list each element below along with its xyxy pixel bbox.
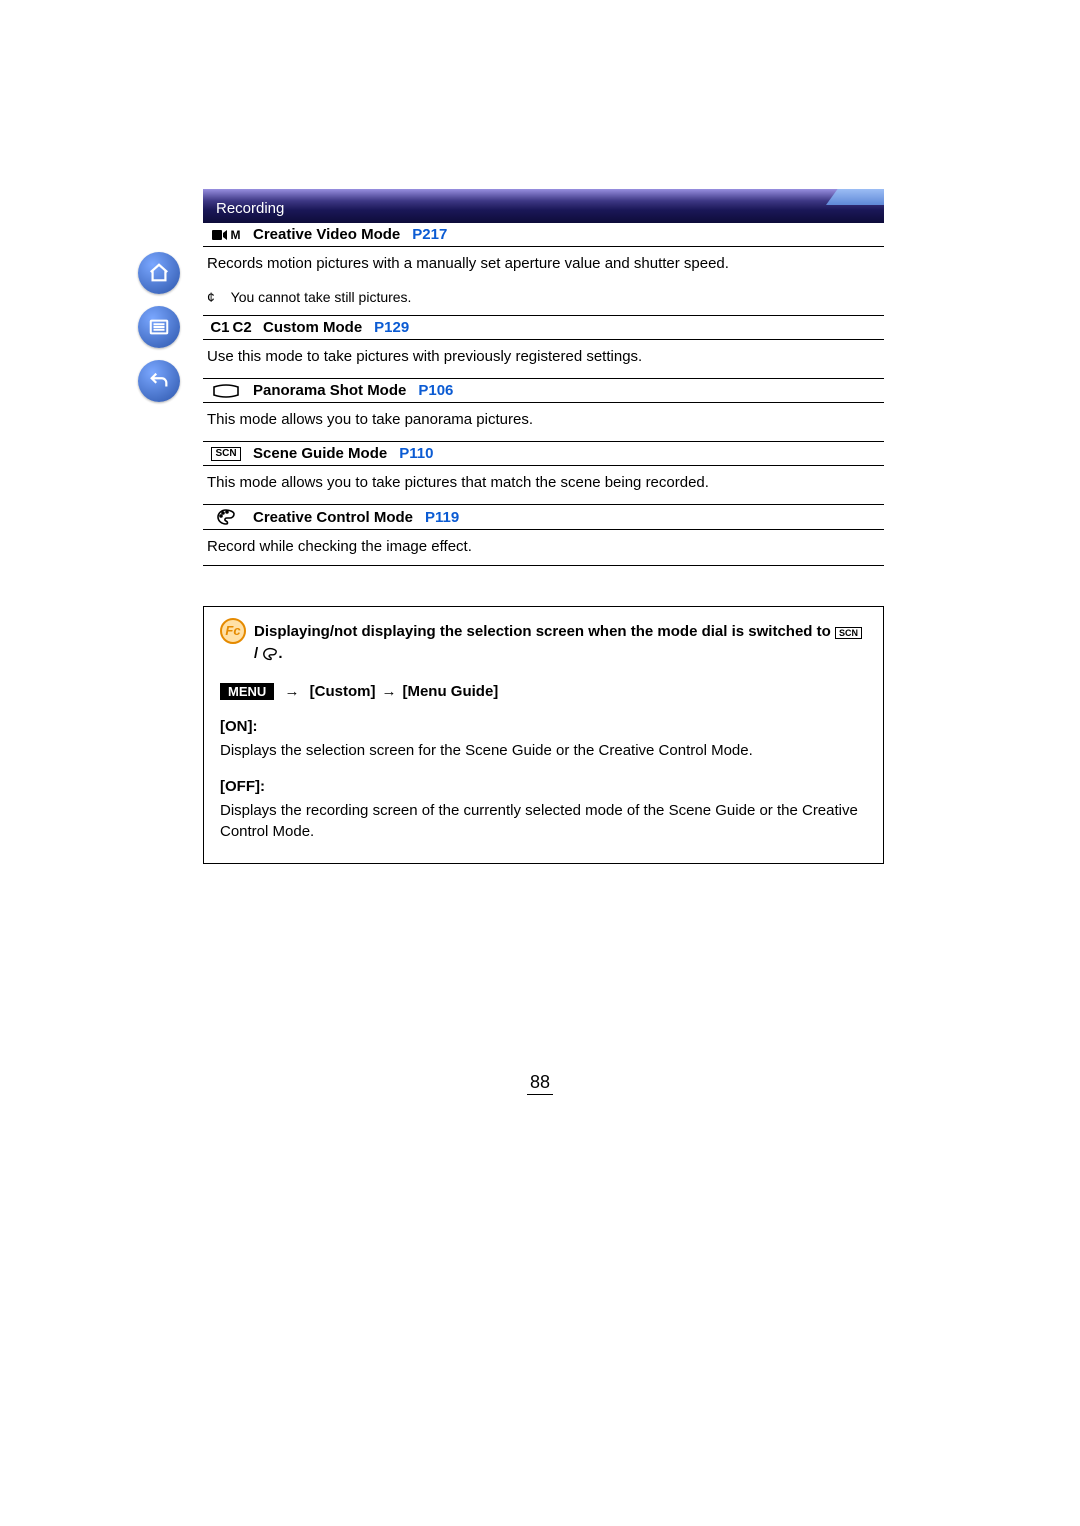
setting-off-label: [OFF]: <box>220 776 867 798</box>
page-link[interactable]: P217 <box>412 226 447 243</box>
toc-button[interactable] <box>138 306 180 348</box>
note-marker: ¢ <box>207 289 227 305</box>
page-content: Recording M Creative Video Mode P217 Rec… <box>203 189 884 864</box>
panorama-icon <box>207 384 245 398</box>
header-notch <box>826 189 884 205</box>
palette-inline-icon <box>262 647 278 661</box>
c1-label: C1 <box>210 319 229 336</box>
page-link[interactable]: P119 <box>425 509 459 526</box>
page-number: 88 <box>0 1072 1080 1093</box>
mode-desc: Records motion pictures with a manually … <box>203 247 884 285</box>
mode-row: Creative Control Mode P119 <box>203 504 884 530</box>
mode-desc: This mode allows you to take pictures th… <box>203 466 884 504</box>
mode-row: C1 C2 Custom Mode P129 <box>203 315 884 340</box>
setting-on-label: [ON]: <box>220 716 867 738</box>
scn-label: SCN <box>211 447 240 461</box>
c1-c2-icon: C1 C2 <box>207 319 255 336</box>
mode-row: M Creative Video Mode P217 <box>203 223 884 247</box>
mode-title: Panorama Shot Mode <box>253 382 406 399</box>
video-m-icon: M <box>207 228 245 242</box>
page-number-value: 88 <box>527 1072 553 1095</box>
page-link[interactable]: P129 <box>374 319 409 336</box>
palette-icon <box>207 508 245 526</box>
sidebar <box>138 252 188 402</box>
mode-note: ¢ You cannot take still pictures. <box>203 285 884 315</box>
mode-row: SCN Scene Guide Mode P110 <box>203 441 884 466</box>
c2-label: C2 <box>233 319 252 336</box>
home-button[interactable] <box>138 252 180 294</box>
scn-icon: SCN <box>207 447 245 461</box>
home-icon <box>148 262 170 284</box>
scn-inline-icon: SCN <box>835 627 862 639</box>
page-link[interactable]: P106 <box>418 382 453 399</box>
fc-badge-icon: Fc <box>220 618 246 644</box>
menu-path: MENU → [Custom] → [Menu Guide] <box>220 681 867 703</box>
note-text: You cannot take still pictures. <box>231 289 412 305</box>
menu-path-guide: [Menu Guide] <box>402 683 498 700</box>
mode-title: Creative Control Mode <box>253 509 413 526</box>
mode-desc: Use this mode to take pictures with prev… <box>203 340 884 378</box>
callout-box: Fc Displaying/not displaying the selecti… <box>203 606 884 864</box>
back-button[interactable] <box>138 360 180 402</box>
mode-title: Scene Guide Mode <box>253 445 387 462</box>
page-link[interactable]: P110 <box>399 445 433 462</box>
mode-row: Panorama Shot Mode P106 <box>203 378 884 403</box>
section-title: Recording <box>216 200 284 217</box>
setting-on-text: Displays the selection screen for the Sc… <box>220 740 867 762</box>
mode-title: Custom Mode <box>263 319 362 336</box>
menu-path-custom: [Custom] <box>310 683 376 700</box>
arrow-icon: → <box>381 683 396 700</box>
section-header: Recording <box>203 189 884 223</box>
mode-title: Creative Video Mode <box>253 226 400 243</box>
callout-title: Fc Displaying/not displaying the selecti… <box>220 621 867 665</box>
back-icon <box>148 370 170 392</box>
mode-desc: Record while checking the image effect. <box>203 530 884 566</box>
menu-badge: MENU <box>220 683 274 700</box>
list-icon <box>148 316 170 338</box>
callout-title-suffix: . <box>278 645 282 662</box>
setting-off-text: Displays the recording screen of the cur… <box>220 800 867 844</box>
callout-title-prefix: Displaying/not displaying the selection … <box>254 623 835 640</box>
arrow-icon: → <box>284 683 299 700</box>
callout-title-text: Displaying/not displaying the selection … <box>254 621 867 665</box>
mode-desc: This mode allows you to take panorama pi… <box>203 403 884 441</box>
